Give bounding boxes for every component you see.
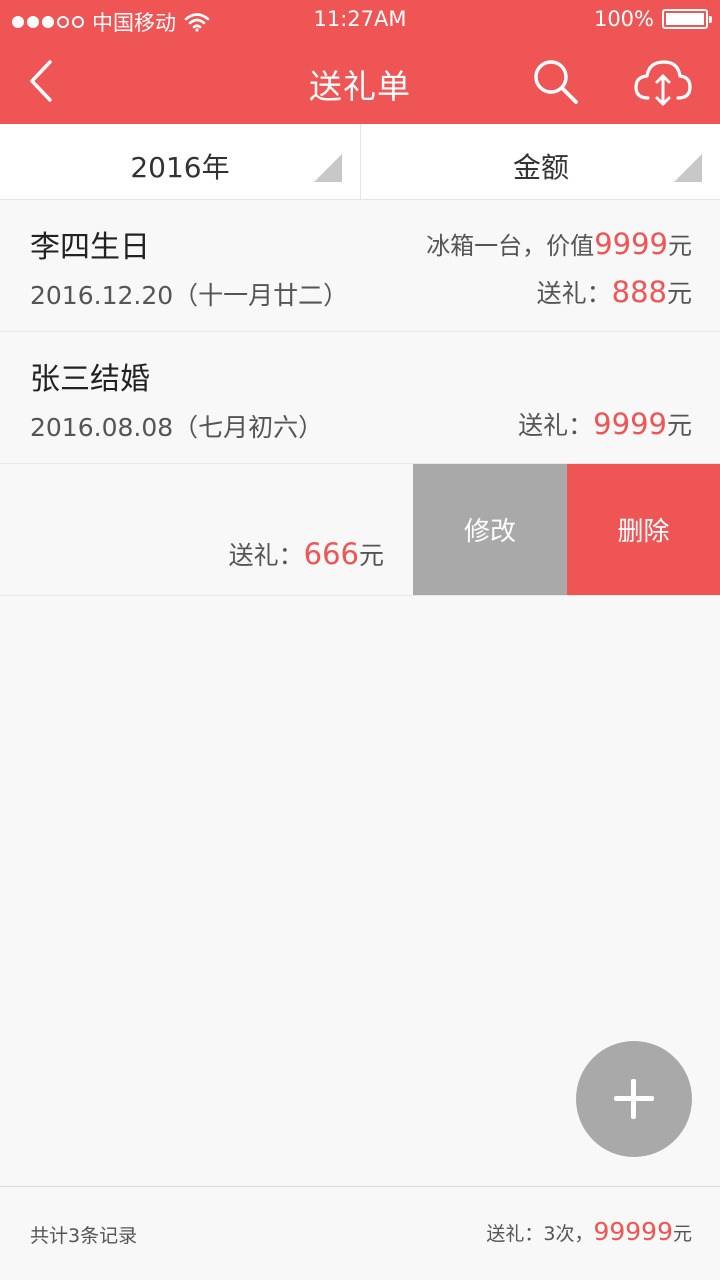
dropdown-triangle-icon xyxy=(674,154,702,182)
record-date: 2016.08.08（七月初六） xyxy=(30,413,324,442)
filter-bar: 2016年 金额 xyxy=(0,124,720,200)
delete-button[interactable]: 删除 xyxy=(567,464,720,595)
record-row[interactable]: 李四生日 2016.12.20（十一月廿二） 冰箱一台，价值9999元 送礼：8… xyxy=(0,200,720,332)
record-description: 冰箱一台，价值9999元 xyxy=(426,227,692,261)
record-count: 共计3条记录 xyxy=(30,1225,138,1247)
record-gift-amount: 送礼：666元 xyxy=(228,537,384,571)
record-gift-amount: 送礼：888元 xyxy=(536,275,692,309)
edit-button[interactable]: 修改 xyxy=(413,464,567,595)
dropdown-triangle-icon xyxy=(314,154,342,182)
year-filter-label: 2016年 xyxy=(130,151,230,184)
add-record-button[interactable] xyxy=(576,1041,692,1157)
page-title: 送礼单 xyxy=(309,67,411,106)
record-row[interactable]: 张三结婚 2016.08.08（七月初六） 送礼：9999元 xyxy=(0,332,720,464)
top-bar: 中国移动 11:27AM 100% 送礼单 xyxy=(0,0,720,124)
year-filter-dropdown[interactable]: 2016年 xyxy=(0,124,360,200)
sort-filter-dropdown[interactable]: 金额 xyxy=(360,124,720,200)
record-name: 张三结婚 xyxy=(30,362,150,397)
record-name: 李四生日 xyxy=(30,230,150,265)
sort-filter-label: 金额 xyxy=(512,151,569,184)
summary-footer: 共计3条记录 送礼：3次，99999元 xyxy=(0,1186,720,1280)
search-icon[interactable] xyxy=(530,56,582,108)
battery-icon xyxy=(662,9,712,29)
record-row-swiped[interactable]: 送礼：666元 修改 删除 xyxy=(0,464,720,596)
status-bar: 中国移动 11:27AM 100% xyxy=(0,0,720,40)
cloud-sync-icon[interactable] xyxy=(632,54,694,110)
gift-summary: 送礼：3次，99999元 xyxy=(486,1217,692,1246)
plus-icon xyxy=(631,1079,636,1119)
status-right: 100% xyxy=(593,7,712,31)
record-gift-amount: 送礼：9999元 xyxy=(518,407,692,441)
battery-percent: 100% xyxy=(593,7,654,31)
record-date: 2016.12.20（十一月廿二） xyxy=(30,281,349,310)
nav-bar: 送礼单 xyxy=(0,40,720,124)
